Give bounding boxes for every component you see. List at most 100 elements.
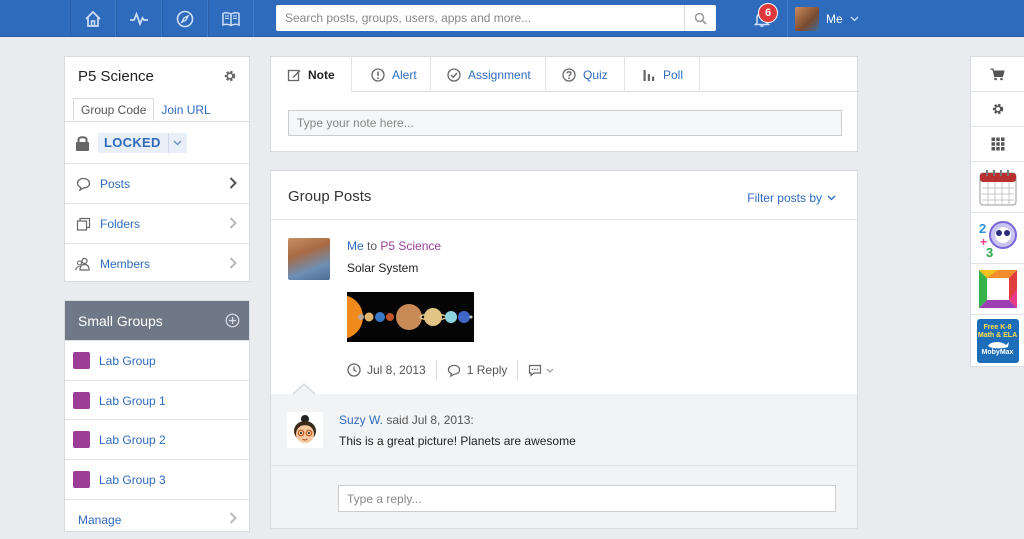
tab-label: Quiz bbox=[583, 67, 608, 82]
tab-group-code[interactable]: Group Code bbox=[73, 98, 155, 121]
user-menu-label: Me bbox=[826, 11, 843, 26]
svg-text:2: 2 bbox=[979, 221, 986, 236]
group-card: P5 Science Group Code Join URL LOCKED Po… bbox=[64, 56, 250, 282]
store-button[interactable] bbox=[971, 57, 1024, 92]
folders-icon bbox=[76, 217, 90, 231]
chevron-right-icon bbox=[229, 217, 237, 229]
compass-icon bbox=[176, 10, 194, 27]
group-color-swatch bbox=[73, 352, 90, 369]
post-options-button[interactable] bbox=[528, 364, 554, 377]
post-to-label: to bbox=[367, 239, 378, 253]
group-posts-title: Group Posts bbox=[288, 188, 372, 205]
small-groups-card: Small Groups Lab Group Lab Group 1 Lab G… bbox=[64, 300, 250, 532]
reply-input[interactable] bbox=[338, 485, 836, 512]
small-group-item-3[interactable]: Lab Group 3 bbox=[65, 459, 249, 499]
solar-system-image[interactable] bbox=[347, 292, 474, 342]
post-meta: Me to P5 Science bbox=[347, 239, 441, 253]
comment-meta: Suzy W. said Jul 8, 2013: bbox=[339, 413, 474, 427]
activity-nav-button[interactable] bbox=[116, 0, 162, 37]
commenter-avatar[interactable] bbox=[287, 412, 323, 448]
comment-author-link[interactable]: Suzy W. bbox=[339, 413, 383, 427]
sidebar-item-folders[interactable]: Folders bbox=[65, 203, 249, 243]
home-icon bbox=[85, 10, 101, 27]
sidebar-item-label: Posts bbox=[100, 176, 131, 191]
small-group-item-0[interactable]: Lab Group bbox=[65, 340, 249, 380]
small-group-label: Lab Group bbox=[99, 353, 156, 368]
tab-assignment[interactable]: Assignment bbox=[431, 57, 546, 92]
search-input[interactable] bbox=[276, 6, 684, 30]
tab-label: Poll bbox=[663, 67, 684, 82]
frame-app-button[interactable] bbox=[971, 264, 1024, 315]
post-author-avatar[interactable] bbox=[288, 238, 330, 280]
comment-text: This is a great picture! Planets are awe… bbox=[339, 434, 576, 448]
manage-groups-link[interactable]: Manage bbox=[65, 499, 249, 539]
tab-poll[interactable]: Poll bbox=[625, 57, 700, 92]
post-actions: Jul 8, 2013 1 Reply bbox=[347, 360, 554, 380]
clock-icon bbox=[347, 363, 361, 377]
small-group-item-1[interactable]: Lab Group 1 bbox=[65, 380, 249, 420]
tab-note[interactable]: Note bbox=[271, 57, 352, 93]
speech-bubble-icon bbox=[76, 177, 90, 191]
group-color-swatch bbox=[73, 392, 90, 409]
note-edit-icon bbox=[287, 69, 301, 81]
tab-quiz[interactable]: Quiz bbox=[546, 57, 625, 92]
chevron-down-icon bbox=[827, 195, 836, 201]
add-circle-icon[interactable] bbox=[225, 313, 240, 328]
small-group-item-2[interactable]: Lab Group 2 bbox=[65, 419, 249, 459]
sidebar-item-posts[interactable]: Posts bbox=[65, 163, 249, 203]
library-nav-button[interactable] bbox=[208, 0, 254, 37]
group-name: P5 Science bbox=[78, 68, 154, 85]
book-icon bbox=[222, 11, 240, 26]
apps-grid-icon bbox=[991, 137, 1004, 151]
reply-count-label: 1 Reply bbox=[466, 363, 508, 377]
sidebar-item-members[interactable]: Members bbox=[65, 243, 249, 283]
reply-count-button[interactable]: 1 Reply bbox=[447, 360, 519, 380]
cart-icon bbox=[990, 68, 1005, 80]
mobymax-app-button[interactable]: Free K-8 Math & ELA MobyMax bbox=[971, 315, 1024, 366]
chevron-right-icon bbox=[229, 257, 237, 269]
small-group-label: Lab Group 1 bbox=[99, 393, 166, 408]
whale-icon bbox=[987, 342, 1009, 349]
mobymax-line-1: Free K-8 bbox=[983, 324, 1012, 331]
mobymax-app-icon: Free K-8 Math & ELA MobyMax bbox=[976, 318, 1019, 363]
comment-options-icon bbox=[529, 364, 542, 377]
speech-bubble-icon bbox=[447, 364, 460, 377]
math-app-button[interactable]: 2 +3 bbox=[971, 213, 1024, 264]
members-icon bbox=[75, 257, 90, 271]
sidebar-item-label: Members bbox=[100, 256, 151, 271]
sidebar-item-label: Folders bbox=[100, 216, 141, 231]
small-group-label: Lab Group 2 bbox=[99, 432, 166, 447]
search-bar bbox=[276, 5, 716, 31]
filter-posts-dropdown[interactable]: Filter posts by bbox=[747, 191, 836, 205]
comment-section: Suzy W. said Jul 8, 2013: This is a grea… bbox=[270, 394, 858, 529]
avatar bbox=[795, 6, 819, 31]
tab-join-url[interactable]: Join URL bbox=[154, 98, 217, 121]
question-icon bbox=[562, 67, 576, 82]
pulse-icon bbox=[130, 11, 148, 26]
apps-grid-button[interactable] bbox=[971, 127, 1024, 162]
post-group-link[interactable]: P5 Science bbox=[380, 239, 441, 253]
gear-icon[interactable] bbox=[223, 69, 237, 83]
manage-label: Manage bbox=[78, 512, 122, 527]
post-date[interactable]: Jul 8, 2013 bbox=[347, 360, 437, 380]
tab-label: Alert bbox=[392, 67, 417, 82]
chevron-right-icon bbox=[229, 512, 237, 524]
post-composer: Note Alert Assignment Quiz Poll bbox=[270, 56, 859, 152]
discover-nav-button[interactable] bbox=[162, 0, 208, 37]
home-nav-button[interactable] bbox=[70, 0, 116, 37]
lock-status-row: LOCKED bbox=[65, 121, 249, 163]
mobymax-line-3: MobyMax bbox=[981, 349, 1014, 356]
post-author-link[interactable]: Me bbox=[347, 239, 364, 253]
chevron-right-icon bbox=[229, 177, 237, 189]
search-button[interactable] bbox=[684, 5, 716, 31]
calendar-app-button[interactable] bbox=[971, 162, 1024, 213]
user-menu-button[interactable]: Me bbox=[787, 0, 865, 37]
tab-alert[interactable]: Alert bbox=[352, 57, 431, 92]
lock-status-dropdown[interactable]: LOCKED bbox=[98, 132, 187, 153]
lock-icon bbox=[76, 135, 89, 151]
right-app-sidebar: 2 +3 Free K-8 Math & ELA MobyMax bbox=[970, 56, 1024, 367]
small-groups-title: Small Groups bbox=[78, 312, 163, 329]
bar-chart-icon bbox=[643, 69, 655, 81]
note-input[interactable] bbox=[288, 110, 842, 136]
settings-button[interactable] bbox=[971, 92, 1024, 127]
